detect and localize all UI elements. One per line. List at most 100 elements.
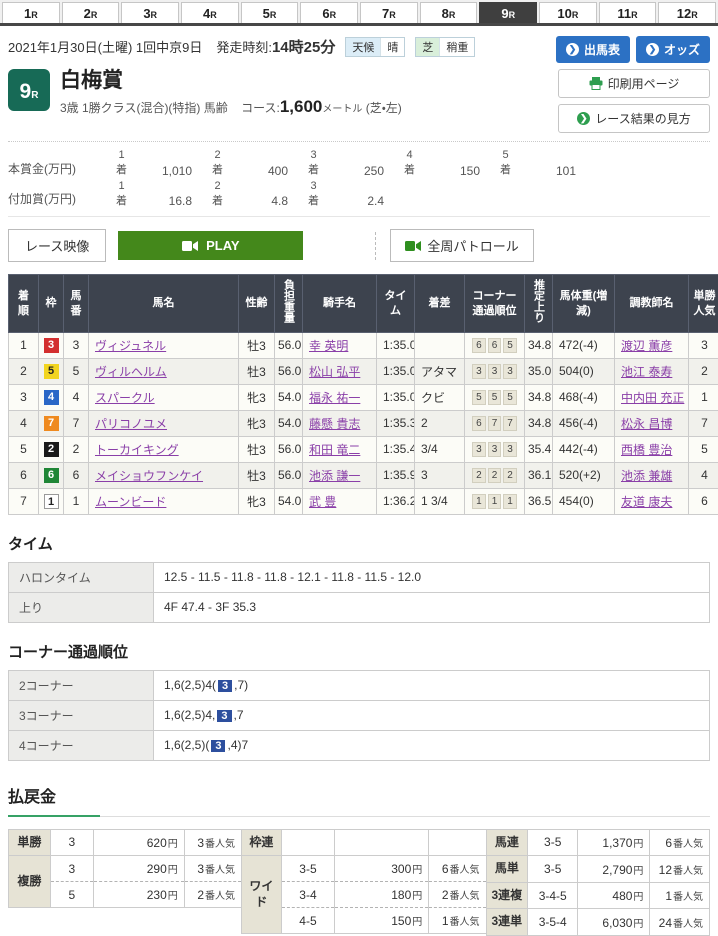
trainer-link[interactable]: 西橋 豊治 [621,443,672,457]
jockey-link[interactable]: 松山 弘平 [309,365,360,379]
tab-number: 6 [322,6,329,21]
trainer-link[interactable]: 松永 昌博 [621,417,672,431]
jockey-link[interactable]: 和田 竜二 [309,443,360,457]
horse-name-link[interactable]: パリコノユメ [95,417,167,431]
race-tab-8r[interactable]: 8R [420,2,478,23]
prize-extra-items: 1着16.82着4.83着2.4 [116,179,710,209]
race-tab-9r[interactable]: 9R [479,2,537,23]
entry-table-button[interactable]: ❯出馬表 [556,36,630,63]
race-video-button[interactable]: レース映像 [8,229,106,262]
horse-number: 5 [64,358,89,384]
arrow-circle-icon: ❯ [566,43,579,56]
horse-name-link[interactable]: ヴィルヘルム [95,365,167,379]
popularity-unit: 番人気 [450,917,480,928]
jockey-link[interactable]: 池添 謙一 [309,469,360,483]
race-tab-12r[interactable]: 12R [658,2,716,23]
corner-order-text: ,7) [234,678,248,692]
horse-weight: 520(+2) [553,462,615,488]
race-class: 3歳 1勝クラス(混合)(特指) 馬齢 [60,101,228,115]
win-combo: 3 [50,829,93,856]
patrol-video-label: 全周パトロール [427,236,518,255]
payout-row-bracket: 枠連 [242,829,486,856]
halon-time-value: 12.5 - 11.5 - 11.8 - 11.8 - 12.1 - 11.8 … [154,562,710,592]
finish-position: 6 [9,462,39,488]
jockey-link[interactable]: 福永 祐一 [309,391,360,405]
horse-name-link-cell: トーカイキング [89,436,239,462]
distance-unit: メートル [322,104,362,115]
race-tab-6r[interactable]: 6R [300,2,358,23]
payout-row-win: 単勝 3 620円 3番人気 [9,829,242,856]
jockey-link[interactable]: 藤懸 貴志 [309,417,360,431]
payout-row-trifecta: 3連単 3-5-4 6,030円 24番人気 [486,909,709,936]
yen-unit: 円 [633,866,643,877]
horse-name-link[interactable]: スパークル [95,391,155,405]
race-tab-7r[interactable]: 7R [360,2,418,23]
corner-pos-box: 3 [488,442,502,457]
patrol-video-button[interactable]: 全周パトロール [390,229,533,262]
jockey-link-cell: 松山 弘平 [303,358,377,384]
tab-suffix: R [572,10,579,20]
race-tab-5r[interactable]: 5R [241,2,299,23]
col-sex-age: 性齢 [239,275,275,332]
trainer-link[interactable]: 池江 泰寿 [621,365,672,379]
last-up-label: 上り [9,592,154,622]
horse-name-link-cell: パリコノユメ [89,410,239,436]
trainer-link[interactable]: 池添 兼雄 [621,469,672,483]
last-3f: 35.4 [525,436,553,462]
howto-read-results-button[interactable]: ❯レース結果の見方 [558,104,710,133]
play-button[interactable]: PLAY [118,231,303,260]
prize-value: 101 [511,164,576,178]
horse-name-link[interactable]: ムーンビード [95,495,166,509]
video-camera-icon [182,240,198,252]
corner-positions: 333 [465,436,525,462]
trainer-link[interactable]: 渡辺 薫彦 [621,339,672,353]
horse-name-link-cell: ヴィジュネル [89,332,239,358]
trio-combo: 3-4-5 [528,882,578,909]
exacta-popularity: 12番人気 [650,856,710,883]
race-tab-4r[interactable]: 4R [181,2,239,23]
col-trainer: 調教師名 [615,275,689,332]
odds-button[interactable]: ❯オッズ [636,36,710,63]
frame-badge: 4 [44,390,59,405]
race-tab-11r[interactable]: 11R [599,2,657,23]
carried-weight: 56.0 [275,436,303,462]
payout-row-quinella: 馬連 3-5 1,370円 6番人気 [486,829,709,856]
race-tab-10r[interactable]: 10R [539,2,597,23]
horse-name-link-cell: ムーンビード [89,488,239,514]
prize-main-label: 本賞金(万円) [8,160,116,178]
horse-number: 2 [64,436,89,462]
table-row: 2コーナー 1,6(2,5)4(3,7) [9,670,710,700]
turf-label: 芝 [416,38,439,56]
printer-icon [589,77,603,90]
last-up-value: 4F 47.4 - 3F 35.3 [154,592,710,622]
corner-positions: 111 [465,488,525,514]
prize-value: 16.8 [127,194,192,208]
carried-weight: 56.0 [275,332,303,358]
popularity-value: 2 [197,888,204,902]
trainer-link[interactable]: 友道 康夫 [621,495,672,509]
result-row: 133ヴィジュネル牡356.0幸 英明1:35.066534.8472(-4)渡… [9,332,718,358]
last-3f: 36.5 [525,488,553,514]
jockey-link[interactable]: 武 豊 [309,495,336,509]
race-header: 9R 白梅賞 3歳 1勝クラス(混合)(特指) 馬齢 コース:1,600メートル… [8,69,710,133]
print-page-button[interactable]: 印刷用ページ [558,69,710,98]
race-tab-3r[interactable]: 3R [121,2,179,23]
corner-pos-box: 3 [503,364,517,379]
horse-name-link[interactable]: トーカイキング [95,443,179,457]
payout-table-win-place: 単勝 3 620円 3番人気 複勝 3 290円 3番人気 5 230円 2番人… [8,829,242,909]
margin: 3/4 [415,436,465,462]
trainer-link[interactable]: 中内田 充正 [621,391,684,405]
finish-position: 1 [9,332,39,358]
popularity-value: 1 [442,914,449,928]
horse-name-link[interactable]: メイショウフンケイ [95,469,203,483]
col-horse-weight: 馬体重(増減) [553,275,615,332]
horse-name-link[interactable]: ヴィジュネル [95,339,166,353]
bracket-label: 枠連 [242,829,282,856]
halon-time-label: ハロンタイム [9,562,154,592]
wide-combo: 4-5 [281,908,334,934]
jockey-link[interactable]: 幸 英明 [309,339,348,353]
race-tab-2r[interactable]: 2R [62,2,120,23]
win-favorite: 1 [689,384,718,410]
yen-unit: 円 [633,839,643,850]
race-tab-1r[interactable]: 1R [2,2,60,23]
